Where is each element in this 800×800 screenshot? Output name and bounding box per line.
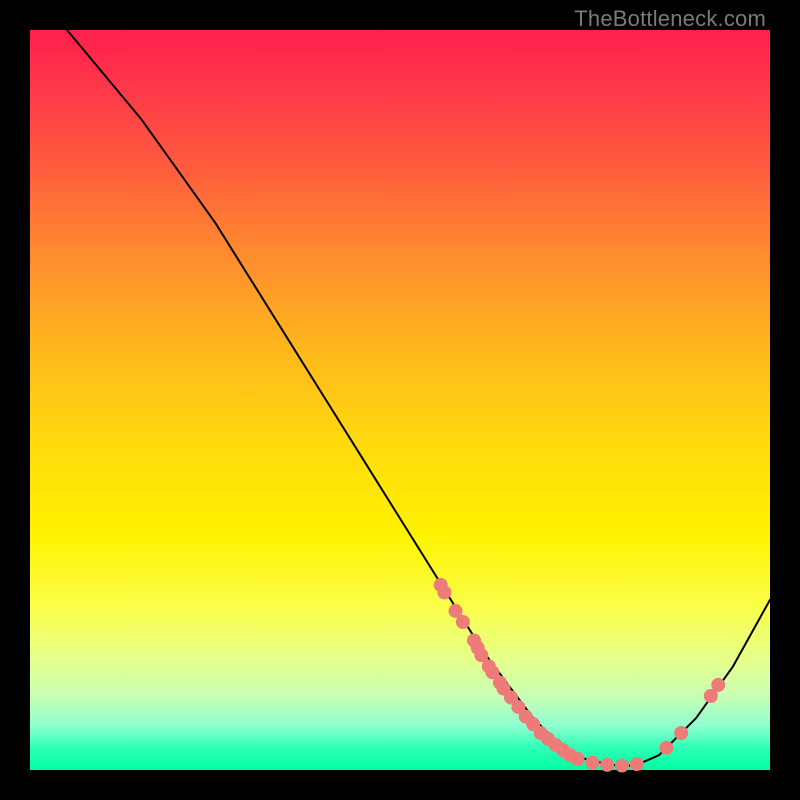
data-point	[630, 757, 644, 771]
data-point	[615, 759, 629, 773]
data-point	[437, 585, 451, 599]
data-point	[585, 756, 599, 770]
chart-svg	[30, 30, 770, 770]
data-point	[600, 758, 614, 772]
data-point	[456, 615, 470, 629]
data-point	[711, 678, 725, 692]
bottleneck-curve-path	[67, 30, 770, 766]
data-point	[571, 752, 585, 766]
plot-area	[30, 30, 770, 770]
markers-group	[434, 578, 726, 773]
data-point	[659, 741, 673, 755]
chart-stage: TheBottleneck.com	[0, 0, 800, 800]
data-point	[674, 726, 688, 740]
watermark-text: TheBottleneck.com	[574, 6, 766, 32]
